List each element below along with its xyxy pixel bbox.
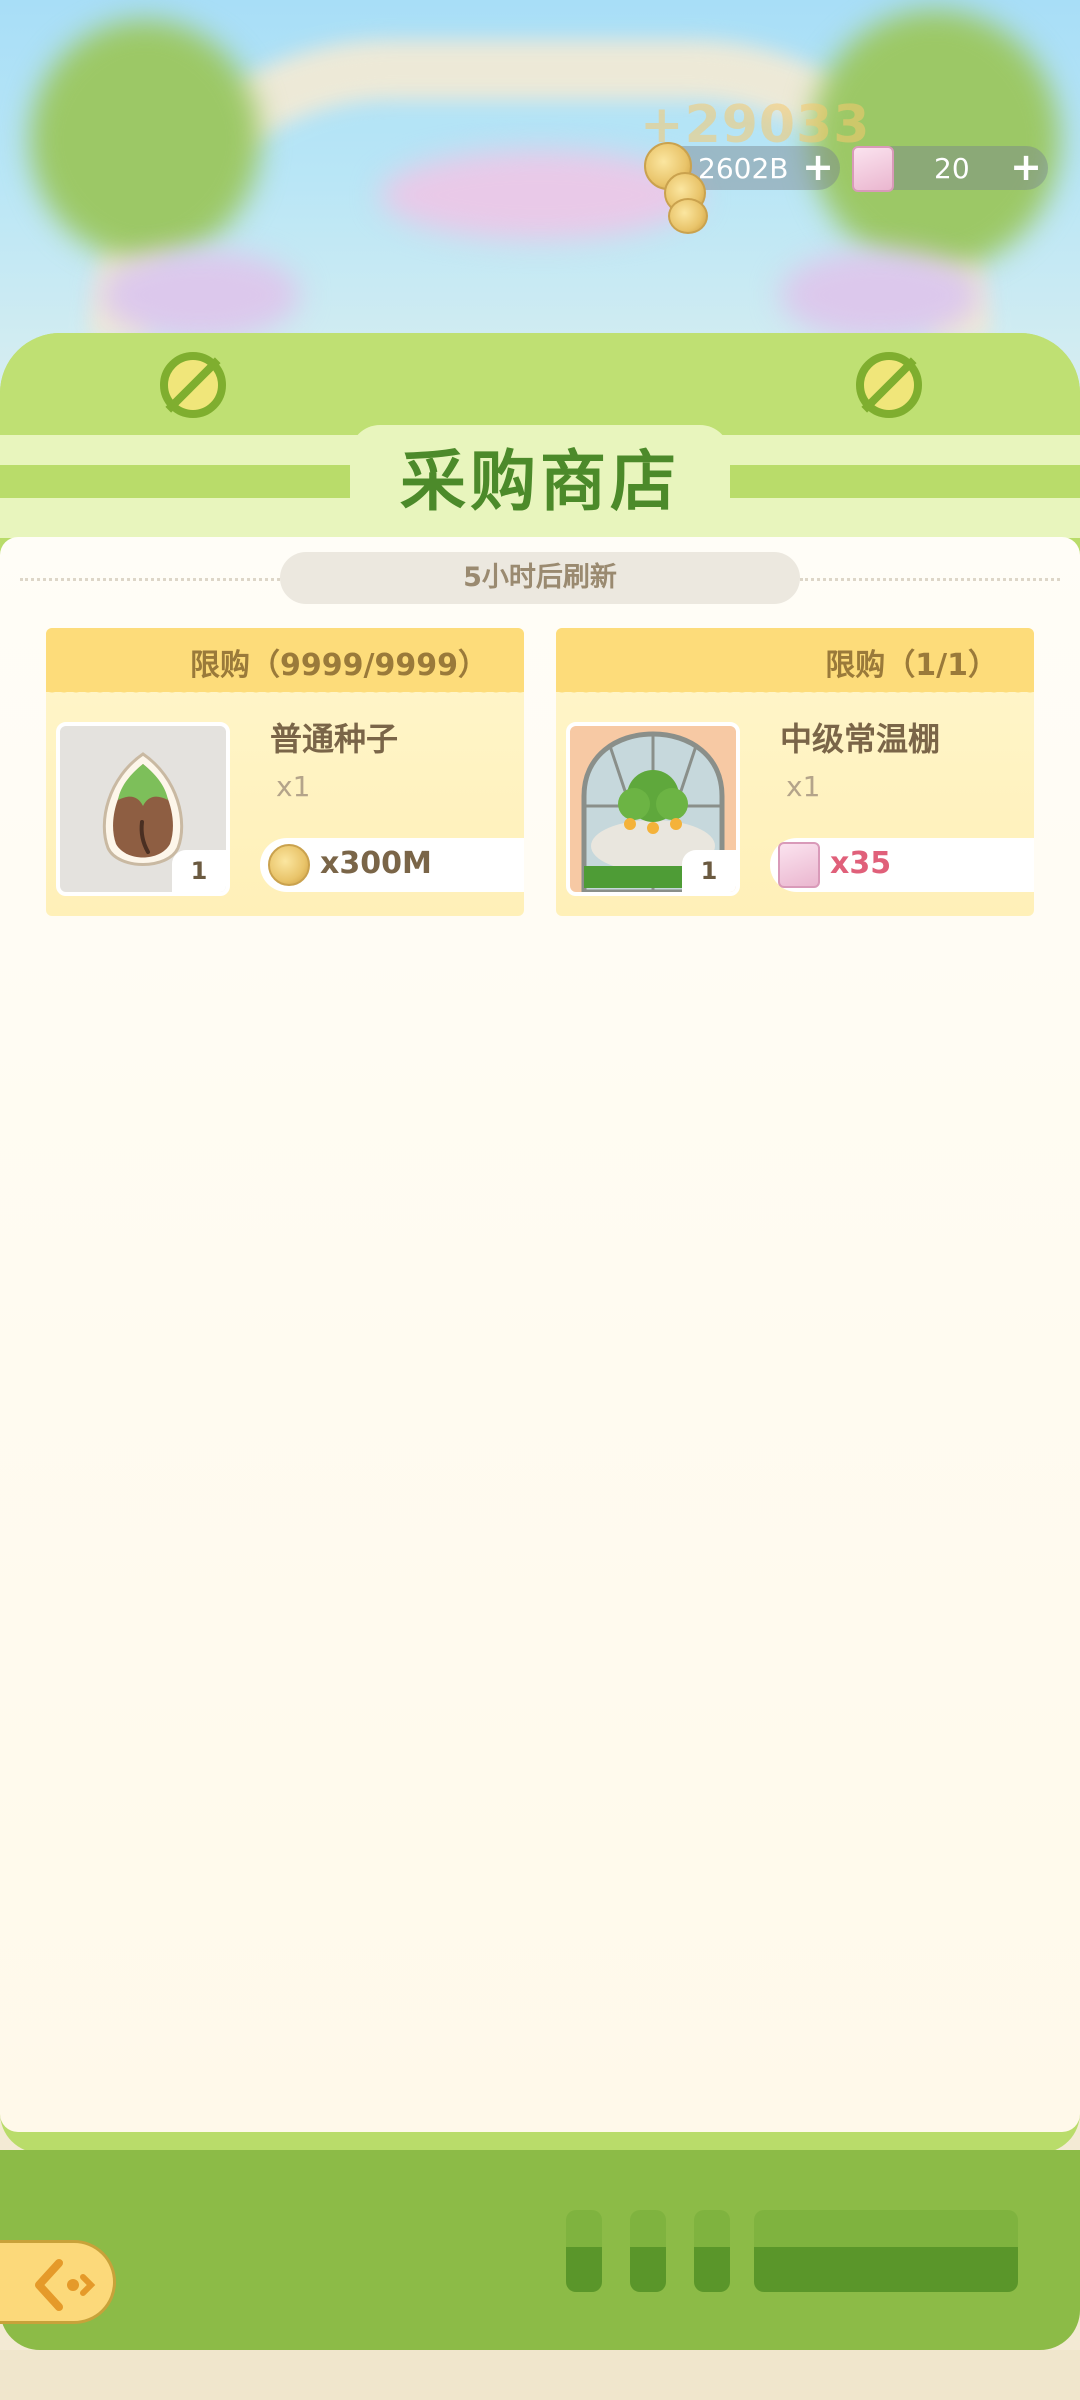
add-tickets-button[interactable]: +	[1008, 148, 1044, 186]
shop-item-card-seed[interactable]: 限购（9999/9999） 1 普通种子 x1 x300M	[46, 628, 524, 916]
buy-button[interactable]: x300M	[260, 838, 524, 892]
coin-stack-icon	[668, 198, 708, 234]
item-count: x1	[276, 770, 311, 803]
background-foliage	[30, 20, 260, 260]
ticket-icon	[852, 146, 894, 192]
item-count: x1	[786, 770, 821, 803]
bottom-slot-wide	[754, 2210, 1018, 2292]
panel-rivet-icon	[160, 352, 226, 418]
ticket-balance-value: 20	[934, 151, 970, 185]
purchase-limit: 限购（9999/9999）	[190, 648, 488, 683]
background-flowers	[780, 250, 980, 340]
back-button[interactable]	[0, 2240, 116, 2324]
coin-icon	[268, 844, 310, 886]
purchase-limit: 限购（1/1）	[825, 648, 998, 683]
item-price: x300M	[320, 846, 432, 881]
item-name: 中级常温棚	[780, 720, 941, 758]
background-flowers	[100, 250, 300, 340]
divider-left	[20, 578, 280, 581]
panel-rivet-icon	[856, 352, 922, 418]
item-thumbnail: 1	[566, 722, 740, 896]
add-coins-button[interactable]: +	[800, 148, 836, 186]
divider-right	[800, 578, 1060, 581]
bottom-slot	[566, 2210, 602, 2292]
item-name: 普通种子	[270, 720, 399, 758]
buy-button[interactable]: x35	[770, 838, 1034, 892]
ticket-icon	[778, 842, 820, 888]
bottom-slot	[694, 2210, 730, 2292]
item-price: x35	[830, 846, 892, 881]
ground-strip	[0, 2350, 1080, 2400]
item-thumbnail: 1	[56, 722, 230, 896]
refresh-timer: 5小时后刷新	[280, 552, 800, 604]
item-stack-count: 1	[682, 850, 736, 892]
bottom-slot	[630, 2210, 666, 2292]
item-stack-count: 1	[172, 850, 226, 892]
shop-item-card-greenhouse[interactable]: 限购（1/1） 1 中级常温棚 x1 x35	[556, 628, 1034, 916]
page-title: 采购商店	[400, 443, 680, 520]
coin-balance-value: 2602B	[698, 151, 789, 185]
back-arrow-icon	[35, 2259, 96, 2311]
ticket-balance-pill[interactable]: 20 +	[870, 146, 1048, 190]
